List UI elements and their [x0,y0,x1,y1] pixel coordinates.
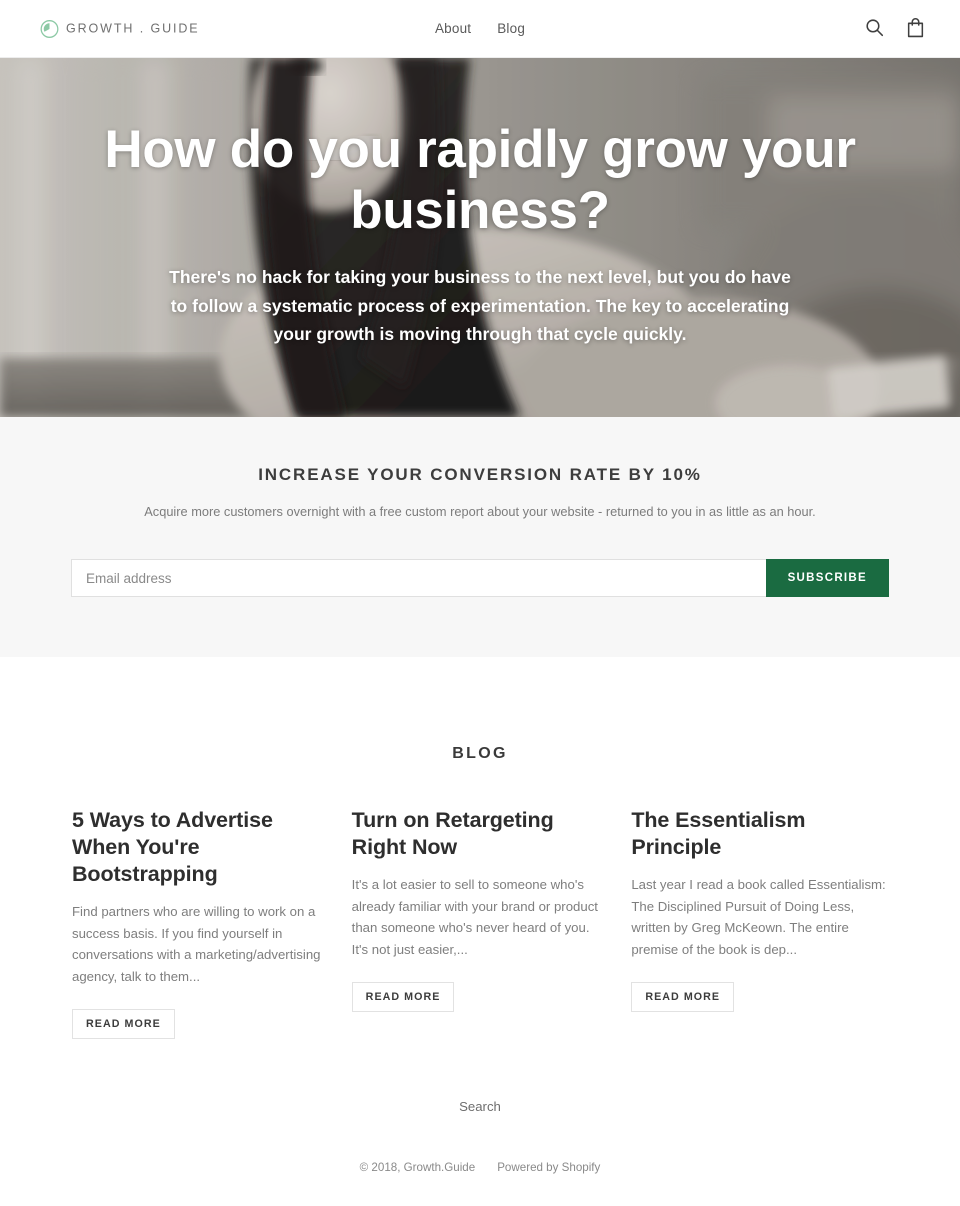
cart-button[interactable] [904,17,926,41]
newsletter-title: INCREASE YOUR CONVERSION RATE BY 10% [258,465,702,484]
newsletter-section: INCREASE YOUR CONVERSION RATE BY 10% Acq… [0,417,960,658]
blog-card: The Essentialism Principle Last year I r… [631,807,888,1013]
main-navigation: About Blog [433,17,527,40]
read-more-button[interactable]: READ MORE [351,982,455,1013]
search-button[interactable] [863,18,885,40]
footer-links: Search [40,1099,920,1114]
hero-title: How do you rapidly grow your business? [104,120,856,240]
read-more-button[interactable]: READ MORE [631,982,735,1013]
hero-subtitle: There's no hack for taking your business… [169,267,791,345]
blog-card-title[interactable]: The Essentialism Principle [631,807,888,861]
subscribe-button[interactable]: SUBSCRIBE [765,559,889,598]
footer-powered-by-link[interactable]: Powered by Shopify [497,1161,600,1174]
blog-grid: 5 Ways to Advertise When You're Bootstra… [72,807,888,1040]
hero-banner: How do you rapidly grow your business? T… [0,58,960,417]
header-actions [863,17,926,41]
blog-card-title[interactable]: Turn on Retargeting Right Now [352,807,609,861]
blog-card-title[interactable]: 5 Ways to Advertise When You're Bootstra… [72,807,329,888]
blog-card-excerpt: Find partners who are willing to work on… [72,904,321,984]
shopping-bag-icon [906,17,925,41]
blog-card: Turn on Retargeting Right Now It's a lot… [351,807,609,1013]
search-icon [865,18,884,40]
site-footer: Search © 2018, Growth.Guide Powered by S… [0,1039,960,1206]
newsletter-subtitle: Acquire more customers overnight with a … [144,504,816,519]
blog-section: BLOG 5 Ways to Advertise When You're Boo… [0,657,960,1040]
footer-link-search[interactable]: Search [459,1099,501,1114]
footer-meta: © 2018, Growth.Guide Powered by Shopify [40,1161,920,1174]
blog-card: 5 Ways to Advertise When You're Bootstra… [72,807,329,1040]
site-header: GROWTH . GUIDE About Blog [0,0,960,58]
site-logo-text: GROWTH . GUIDE [66,21,200,36]
page-root: GROWTH . GUIDE About Blog How do you rap… [0,0,960,1206]
blog-card-excerpt: It's a lot easier to sell to someone who… [351,877,598,957]
site-logo-link[interactable]: GROWTH . GUIDE [40,19,200,38]
hero-content: How do you rapidly grow your business? T… [0,58,960,417]
nav-item-about[interactable]: About [433,17,473,40]
nav-item-blog[interactable]: Blog [495,17,527,40]
email-input[interactable] [71,559,766,598]
newsletter-form: SUBSCRIBE [71,559,889,598]
footer-copyright: © 2018, Growth.Guide [359,1161,476,1175]
blog-card-excerpt: Last year I read a book called Essential… [631,877,886,957]
blog-heading: BLOG [452,745,508,763]
read-more-button[interactable]: READ MORE [72,1009,175,1040]
growth-circle-logo-icon [40,19,59,38]
